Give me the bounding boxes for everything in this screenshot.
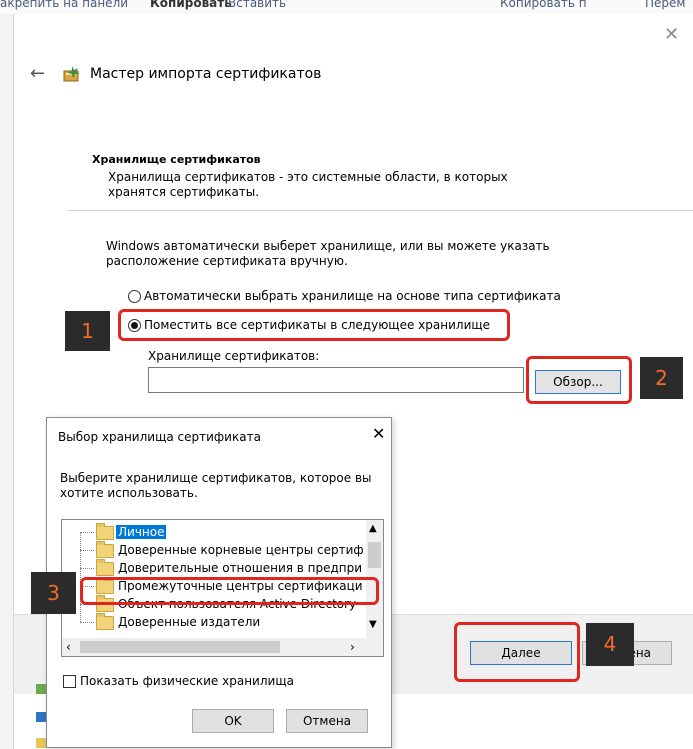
- ok-button[interactable]: OK: [192, 709, 274, 733]
- background-item-icon: [36, 712, 46, 722]
- background-ribbon: акрепить на панели Копировать Вставить К…: [0, 0, 693, 14]
- folder-icon: [96, 613, 114, 630]
- scroll-thumb[interactable]: [80, 641, 280, 653]
- scroll-down-icon[interactable]: ▼: [369, 620, 377, 630]
- tree-horizontal-scrollbar[interactable]: ‹ ›: [62, 638, 366, 656]
- tree-item[interactable]: Доверенные издатели: [62, 605, 362, 631]
- store-input[interactable]: [148, 367, 524, 393]
- ribbon-paste-text: Вставить: [228, 0, 287, 10]
- tree-item[interactable]: Доверительные отношения в предпри: [62, 551, 362, 577]
- store-field-label: Хранилище сертификатов:: [148, 349, 320, 363]
- scroll-right-icon[interactable]: ›: [350, 640, 355, 654]
- section-divider: [67, 210, 693, 211]
- close-icon[interactable]: ✕: [664, 26, 679, 44]
- back-arrow-icon[interactable]: ←: [30, 64, 45, 84]
- folder-icon: [96, 559, 114, 576]
- show-physical-checkbox[interactable]: [63, 675, 76, 688]
- highlight-intermediate-ca: [80, 577, 379, 605]
- radio-auto-store[interactable]: [128, 290, 141, 303]
- step-badge-2: 2: [640, 357, 683, 399]
- scroll-left-icon[interactable]: ‹: [66, 640, 71, 654]
- dialog-close-icon[interactable]: ✕: [372, 426, 385, 442]
- show-physical-label[interactable]: Показать физические хранилища: [80, 674, 294, 688]
- scrollbar-corner: [366, 638, 383, 656]
- tree-item[interactable]: Личное: [62, 523, 362, 541]
- step-badge-3: 3: [31, 572, 76, 614]
- highlight-next: [454, 622, 580, 682]
- dialog-title: Выбор хранилища сертификата: [58, 430, 261, 444]
- ribbon-move-text: Перем: [645, 0, 686, 10]
- section-title: Хранилище сертификатов: [92, 153, 261, 166]
- ribbon-pin-text: акрепить на панели: [0, 0, 129, 10]
- highlight-browse: [526, 356, 632, 404]
- background-item-icon: [36, 684, 46, 694]
- step-badge-4: 4: [586, 623, 634, 666]
- folder-icon: [96, 541, 114, 558]
- section-description: Хранилища сертификатов - это системные о…: [108, 170, 508, 199]
- background-explorer-edge: [0, 14, 14, 749]
- step-badge-1: 1: [65, 311, 110, 351]
- highlight-manual-store: [118, 309, 510, 341]
- intro-text: Windows автоматически выберет хранилище,…: [106, 239, 550, 268]
- radio-auto-store-label[interactable]: Автоматически выбрать хранилище на основ…: [144, 289, 561, 303]
- dialog-description: Выберите хранилище сертификатов, которое…: [60, 471, 372, 500]
- ribbon-copy-text: Копировать: [150, 0, 232, 10]
- folder-icon: [96, 523, 114, 540]
- wizard-title: Мастер импорта сертификатов: [90, 66, 322, 82]
- tree-item[interactable]: Доверенные корневые центры сертиф: [62, 533, 364, 559]
- certificate-wizard-icon: [63, 66, 80, 82]
- background-item-icon: [36, 738, 46, 748]
- scroll-up-icon[interactable]: ▲: [369, 524, 377, 534]
- dialog-cancel-button[interactable]: Отмена: [286, 709, 368, 733]
- scroll-thumb[interactable]: [368, 542, 381, 568]
- ribbon-copy-path-text: Копировать п: [500, 0, 587, 10]
